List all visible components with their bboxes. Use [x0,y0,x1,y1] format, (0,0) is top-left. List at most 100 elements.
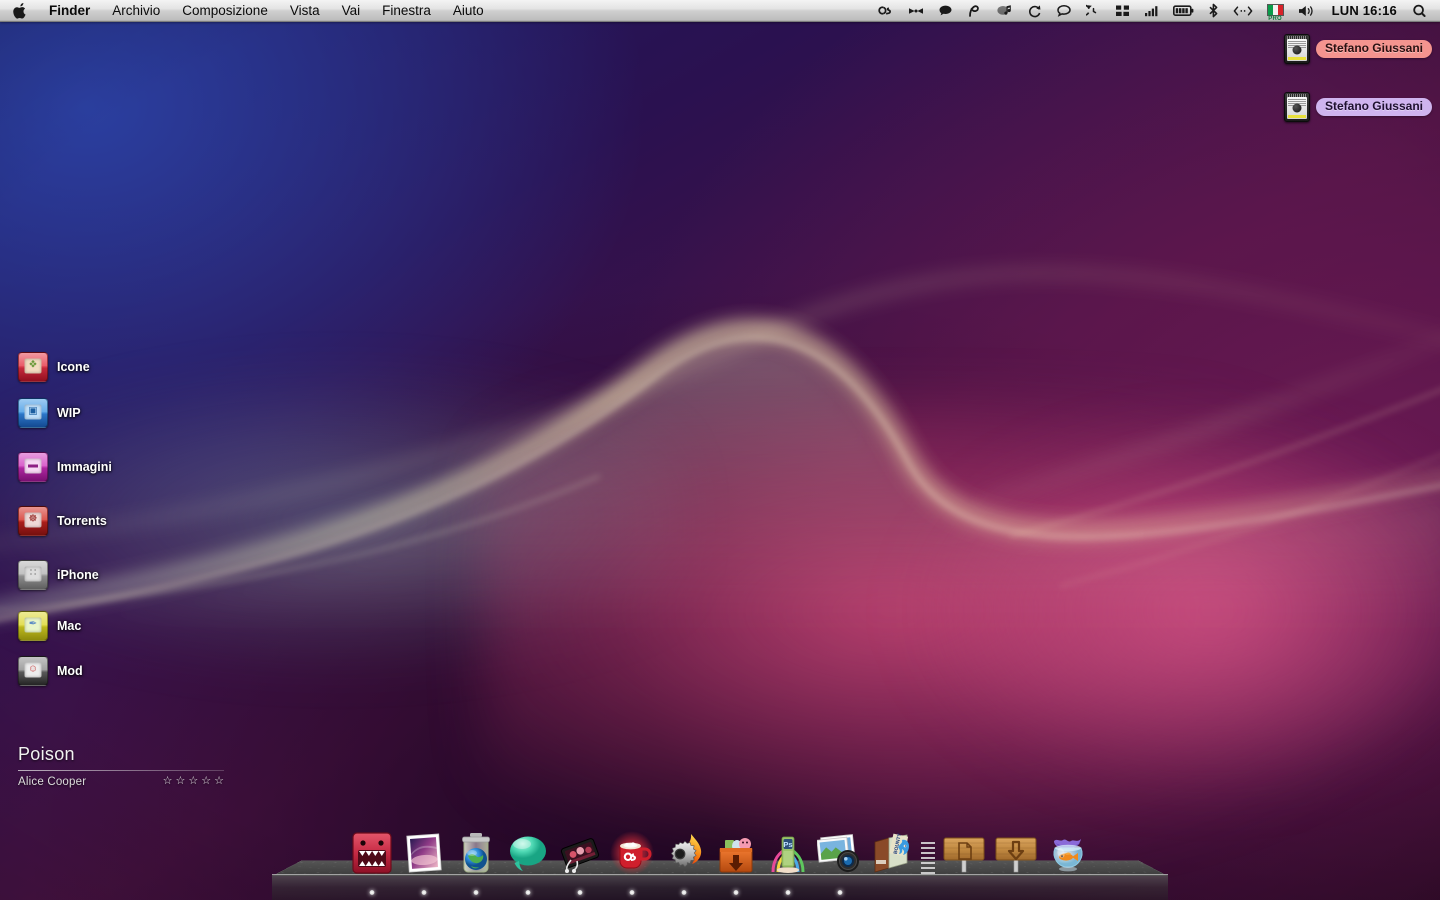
desktop[interactable]: Finder Archivio Composizione Vista Vai F… [0,0,1440,900]
menu-item-composizione[interactable]: Composizione [171,0,279,21]
music-note-bubble-icon[interactable] [989,0,1020,21]
menu-item-aiuto[interactable]: Aiuto [442,0,495,21]
input-source-label: PRO [1268,16,1282,22]
desktop-icon-iphone[interactable]: ∷ iPhone [18,560,99,590]
lastfm-mug-icon [609,830,655,876]
menu-item-vai[interactable]: Vai [331,0,372,21]
folder-icon-darkred: ☸ [18,506,48,536]
finder-domo-icon [349,830,395,876]
menu-bar-clock[interactable]: LUN 16:16 [1324,0,1405,21]
dock-item-utility[interactable] [658,826,710,895]
hard-drive-icon [1283,34,1310,64]
volume-item[interactable]: Stefano Giussani [1283,92,1432,122]
dock-item-comics[interactable]: BOUNTY [866,826,918,876]
mail-stamp-icon [401,830,447,876]
folder-icon-gray: ∷ [18,560,48,590]
dock-item-lastfm[interactable] [606,826,658,895]
now-playing-artist: Alice Cooper [18,775,87,788]
dock-item-finder[interactable] [346,826,398,895]
folder-icon-red: ❖ [18,352,48,382]
sync-refresh-icon[interactable] [1020,0,1049,21]
running-indicator [837,890,843,895]
running-indicator [629,890,635,895]
dock-item-ichat[interactable] [502,826,554,895]
battery-icon[interactable] [1166,0,1201,21]
spotlight-search-icon[interactable] [1405,0,1434,21]
speech-bubble-icon[interactable] [931,0,960,21]
dock-item-photoshop[interactable]: Ps [762,826,814,895]
running-indicator [577,890,583,895]
now-playing-rating[interactable]: ☆ ☆ ☆ ☆ ☆ [163,776,224,787]
dock-reflection [272,874,1168,900]
desktop-icon-mac[interactable]: ✒ Mac [18,611,81,641]
window-grid-icon[interactable] [1108,0,1137,21]
rating-star[interactable]: ☆ [214,776,224,787]
safari-jar-icon [453,830,499,876]
desktop-icon-label: Immagini [57,460,112,474]
running-indicator [681,890,687,895]
apple-logo-icon[interactable] [0,0,38,21]
mounted-volumes: Stefano Giussani Stefano Giussani [1283,34,1432,150]
hard-drive-icon [1283,92,1310,122]
dock-trash[interactable] [1042,826,1094,876]
desktop-icon-label: WIP [57,406,81,420]
menu-bar[interactable]: Finder Archivio Composizione Vista Vai F… [0,0,1440,22]
desktop-icon-mod[interactable]: ☺ Mod [18,656,83,686]
menu-bar-app-menus: Finder Archivio Composizione Vista Vai F… [0,0,495,21]
desktop-icon-icone[interactable]: ❖ Icone [18,352,90,382]
menu-item-archivio[interactable]: Archivio [101,0,171,21]
running-indicator [785,890,791,895]
dock-item-iphoto[interactable] [814,826,866,895]
folder-icon-magenta: ▬ [18,452,48,482]
time-machine-icon[interactable] [1079,0,1108,21]
rating-star[interactable]: ☆ [176,776,186,787]
toybox-icon [713,830,759,876]
svg-text:Ps: Ps [783,840,792,849]
dock-separator [918,832,938,876]
downloads-stack-icon [993,830,1039,876]
menu-item-finestra[interactable]: Finestra [371,0,442,21]
menu-item-finder[interactable]: Finder [38,0,101,21]
now-playing-divider [18,769,224,771]
dock-stack-documents[interactable] [938,826,990,876]
volume-icon[interactable] [1291,0,1324,21]
arrows-icon[interactable] [1226,0,1260,21]
running-indicator [733,890,739,895]
dock-item-itunes[interactable] [554,826,606,895]
desktop-icon-label: Mod [57,664,83,678]
comic-reader-icon: BOUNTY [869,830,915,876]
dock-items: Ps BOUNTY [272,826,1168,895]
chat-bubble-icon[interactable] [1049,0,1079,21]
now-playing-track: Poison [18,744,75,764]
desktop-icon-label: Icone [57,360,90,374]
italian-flag-icon[interactable]: PRO [1260,0,1291,22]
desktop-icon-label: iPhone [57,568,99,582]
desktop-icon-immagini[interactable]: ▬ Immagini [18,452,112,482]
signal-bars-icon[interactable] [1137,0,1166,21]
menu-bar-status-items: PRO LUN 16:16 [870,0,1440,22]
dock-item-safari[interactable] [450,826,502,895]
bowtie-icon[interactable] [901,0,931,21]
ichat-bubble-icon [505,830,551,876]
volume-item[interactable]: Stefano Giussani [1283,34,1432,64]
running-indicator [473,890,479,895]
rating-star[interactable]: ☆ [201,776,211,787]
running-indicator [369,890,375,895]
running-indicator [525,890,531,895]
desktop-icon-torrents[interactable]: ☸ Torrents [18,506,107,536]
dock[interactable]: Ps BOUNTY [272,828,1168,900]
dock-stack-downloads[interactable] [990,826,1042,876]
volume-label: Stefano Giussani [1315,39,1432,59]
dock-item-mail[interactable] [398,826,450,895]
desktop-icon-label: Torrents [57,514,107,528]
menu-item-vista[interactable]: Vista [279,0,331,21]
dock-item-transmission[interactable] [710,826,762,895]
desktop-icon-wip[interactable]: ▣ WIP [18,398,81,428]
lastfm-icon[interactable] [870,0,901,21]
squiggle-icon[interactable] [960,0,989,21]
itunes-ipod-icon [557,830,603,876]
bluetooth-icon[interactable] [1201,0,1226,21]
rating-star[interactable]: ☆ [188,776,198,787]
folder-icon-black: ☺ [18,656,48,686]
rating-star[interactable]: ☆ [163,776,173,787]
